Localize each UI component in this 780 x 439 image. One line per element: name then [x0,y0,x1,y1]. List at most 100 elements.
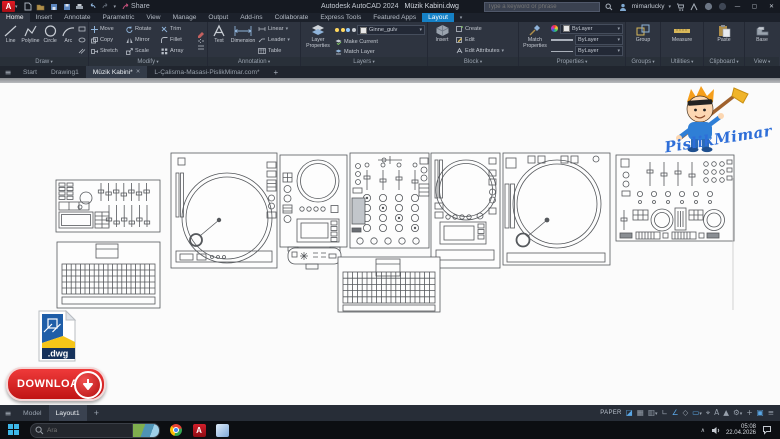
tab-output[interactable]: Output [202,13,234,22]
file-tab-start[interactable]: Start [16,66,44,78]
circle-tool[interactable]: Circle [42,23,59,57]
match-properties-tool[interactable]: Match Properties [521,23,549,57]
app-store-cart-icon[interactable] [675,2,685,12]
rotate-tool[interactable]: Rotate [126,24,159,35]
arc-tool[interactable]: Arc [61,23,76,57]
layout1-tab[interactable]: Layout1 [49,405,87,421]
share-button[interactable]: Share [122,3,150,10]
notifications-icon[interactable] [717,2,727,12]
measure-tool[interactable]: Measure [667,23,697,57]
layer-properties-tool[interactable]: Layer Properties [303,23,333,57]
fillet-tool[interactable]: Fillet [161,35,194,46]
file-tabs-menu-icon[interactable] [0,66,16,78]
line-tool[interactable]: Line [2,23,19,57]
trim-tool[interactable]: Trim [161,24,194,35]
text-tool[interactable]: Text [210,23,228,57]
dj-controller-drawing[interactable] [616,155,734,241]
tab-layout[interactable]: Layout [422,13,454,22]
layer-on-icon[interactable] [335,28,339,32]
user-menu-caret-icon[interactable] [668,3,671,10]
panel-title-clipboard[interactable]: Clipboard [704,57,744,66]
tray-expand-icon[interactable]: ∧ [701,427,705,434]
maximize-button[interactable]: ▢ [748,1,761,12]
file-tab-calisma-masasi[interactable]: L-Çalisma-Masasi-PislikMimar.com* [147,66,266,78]
object-color-row[interactable]: ByLayer [551,24,623,34]
autodesk-app-taskbar-icon[interactable] [215,423,229,437]
layer-dropdown[interactable]: Ginne_gulv [357,25,425,35]
taskbar-search-input[interactable] [44,426,132,435]
annotation-visibility-icon[interactable]: A [714,405,719,421]
scale-tool[interactable]: Scale [126,46,159,57]
file-tab-muzik-kabini[interactable]: Müzik Kabini* ✕ [86,66,148,78]
download-button[interactable]: DOWNLOAD [6,367,106,401]
tab-express-tools[interactable]: Express Tools [314,13,367,22]
tab-manage[interactable]: Manage [167,13,203,22]
ellipse-tool-icon[interactable] [78,37,86,43]
match-layer-tool[interactable]: Match Layer [335,49,425,55]
fx-unit-drawing[interactable] [288,248,341,269]
panel-title-draw[interactable]: Draw [0,57,88,66]
dj-mixer-drawing[interactable] [350,153,429,248]
leader-tool[interactable]: Leader [258,37,298,43]
lineweight-row[interactable]: ByLayer [551,35,623,45]
layout-menu-icon[interactable] [0,405,16,421]
close-tab-icon[interactable]: ✕ [136,69,141,75]
minimize-button[interactable]: — [731,1,744,12]
new-layout-tab[interactable]: + [87,405,106,421]
layer-thaw-icon[interactable] [341,28,345,32]
ortho-icon[interactable]: ∟ [661,405,667,421]
autocad-taskbar-icon[interactable]: A [192,423,206,437]
polyline-tool[interactable]: Polyline [21,23,39,57]
workspace-settings-icon[interactable]: ⚙ [733,405,742,422]
crosshair-icon[interactable]: ⌖ [706,405,710,421]
chrome-taskbar-icon[interactable] [169,423,183,437]
username-label[interactable]: mimarlucky [632,3,665,10]
array-tool[interactable]: Array [161,46,194,57]
tab-parametric[interactable]: Parametric [97,13,141,22]
edit-block-tool[interactable]: Edit [456,37,516,43]
viewport-maximize-icon[interactable]: ◪ [626,405,633,421]
rectangle-tool-icon[interactable] [78,26,86,32]
keyboard-center-drawing[interactable] [338,257,440,312]
isodraft-icon[interactable]: ◇ [683,405,689,421]
tab-collaborate[interactable]: Collaborate [269,13,315,22]
help-icon[interactable] [703,2,713,12]
lineweight-dropdown[interactable]: ByLayer [575,35,623,45]
volume-icon[interactable] [711,426,720,435]
mini-cdj-drawing[interactable] [280,155,347,251]
panel-title-view[interactable]: View [745,57,779,66]
insert-block-tool[interactable]: Insert [430,23,454,57]
tab-add-ins[interactable]: Add-ins [234,13,268,22]
close-button[interactable]: ✕ [765,1,778,12]
clock[interactable]: 05:08 22.04.2026 [726,424,756,437]
file-tab-drawing1[interactable]: Drawing1 [44,66,86,78]
panel-title-modify[interactable]: Modify [89,57,207,66]
tab-insert[interactable]: Insert [30,13,59,22]
copy-tool[interactable]: Copy [91,35,124,46]
tab-home[interactable]: Home [0,13,30,22]
grid-icon[interactable]: ▦ [637,405,644,421]
color-dropdown[interactable]: ByLayer [560,24,623,34]
layer-freeze-icon[interactable] [346,28,350,32]
redo-icon[interactable] [101,2,111,11]
edit-attributes-tool[interactable]: Edit Attributes [456,48,516,54]
drawing-canvas[interactable]: PislikMimar .dwg DOWNLOAD [0,78,780,405]
paste-tool[interactable]: Paste [711,23,737,57]
linear-tool[interactable]: Linear [258,26,298,32]
taskbar-search[interactable] [30,423,160,438]
fader-mixer-drawing[interactable] [56,180,160,232]
tab-view[interactable]: View [140,13,166,22]
tab-featured-apps[interactable]: Featured Apps [367,13,422,22]
save-icon[interactable] [49,2,59,11]
stretch-tool[interactable]: Stretch [91,46,124,57]
panel-title-layers[interactable]: Layers [301,57,427,66]
group-tool[interactable]: Group [630,23,656,57]
turntable-drawing[interactable] [503,153,610,265]
new-file-icon[interactable] [23,2,33,11]
save-as-icon[interactable] [62,2,72,11]
ribbon-display-caret-icon[interactable] [454,13,468,22]
panel-title-utilities[interactable]: Utilities [661,57,703,66]
osnap-icon[interactable]: ▭ [692,405,702,422]
space-mode-label[interactable]: PAPER [600,410,621,416]
user-avatar-icon[interactable] [618,2,628,12]
